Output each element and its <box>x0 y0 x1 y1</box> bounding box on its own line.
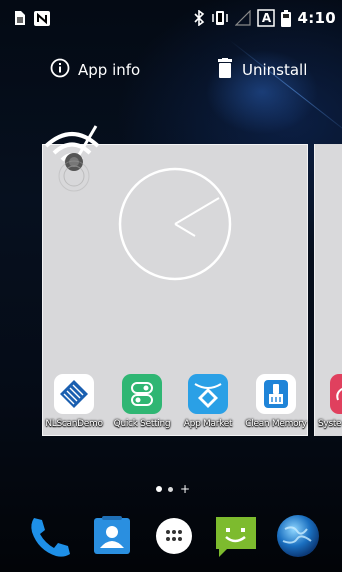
analog-clock-widget[interactable] <box>117 166 233 282</box>
app-label: NLScanDemo <box>45 419 103 429</box>
app-clean-memory[interactable]: Clean Memory <box>240 374 312 429</box>
bluetooth-icon <box>193 10 205 26</box>
nfc-icon <box>34 10 50 26</box>
system-icon <box>330 374 342 414</box>
keyboard-a-icon: A <box>257 9 276 27</box>
app-info-button[interactable]: App info <box>50 58 140 82</box>
app-market-icon <box>188 374 228 414</box>
wifi-toggle-widget[interactable] <box>38 116 110 192</box>
app-label: Clean Memory <box>245 419 307 429</box>
page-dot <box>168 486 173 492</box>
sim-icon <box>12 10 26 26</box>
app-app-market[interactable]: App Market <box>172 374 244 429</box>
app-label: Quick Setting <box>113 419 171 429</box>
signal-icon <box>235 10 252 26</box>
nlscan-icon <box>54 374 94 414</box>
clean-memory-icon <box>256 374 296 414</box>
page-indicator: + <box>156 482 191 496</box>
vibrate-icon <box>211 10 229 26</box>
messaging-icon[interactable] <box>212 512 260 560</box>
dock <box>0 508 342 568</box>
app-info-label: App info <box>78 61 141 79</box>
quick-setting-icon <box>122 374 162 414</box>
app-system[interactable]: Syste <box>306 374 342 429</box>
status-clock: 4:10 <box>297 9 336 27</box>
info-icon <box>50 58 70 82</box>
add-page-plus: + <box>180 482 191 496</box>
contacts-icon[interactable] <box>88 512 136 560</box>
trash-icon <box>218 58 232 82</box>
app-label: App Market <box>183 419 233 429</box>
app-label: Syste <box>318 419 342 429</box>
page-dot-active <box>156 486 162 492</box>
browser-globe-icon[interactable] <box>274 512 322 560</box>
phone-icon[interactable] <box>24 512 72 560</box>
app-nlscandemo[interactable]: NLScanDemo <box>38 374 110 429</box>
app-quick-setting[interactable]: Quick Setting <box>106 374 178 429</box>
keyboard-a-letter: A <box>261 11 272 25</box>
all-apps-icon[interactable] <box>150 512 198 560</box>
uninstall-button[interactable]: Uninstall <box>218 58 307 82</box>
battery-icon <box>281 9 292 27</box>
drag-target-bar: App info Uninstall <box>0 52 342 90</box>
status-bar: A 4:10 <box>0 0 342 36</box>
uninstall-label: Uninstall <box>242 61 308 79</box>
